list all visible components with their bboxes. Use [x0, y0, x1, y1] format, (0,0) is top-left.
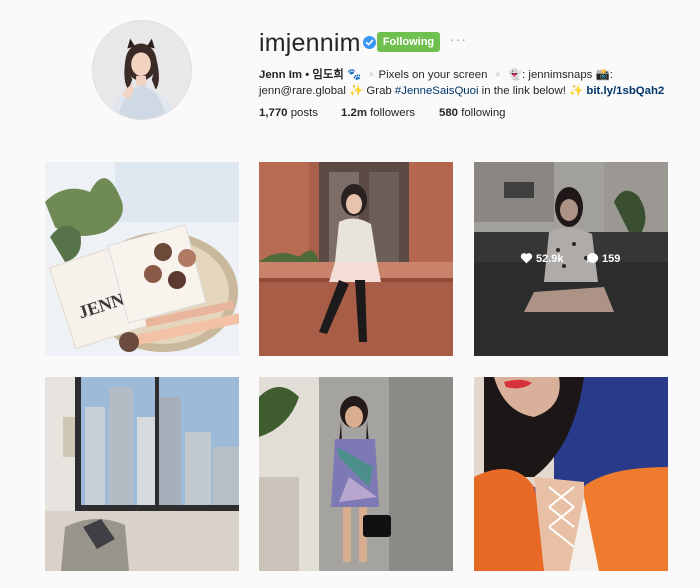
- profile-bio: Jenn Im • 임도희 🐾 ▫️Pixels on your screen …: [259, 67, 689, 99]
- post-tile[interactable]: [45, 377, 239, 571]
- followers-label: followers: [370, 107, 416, 119]
- post-tile[interactable]: JENN: [45, 162, 239, 356]
- following-count: 580: [439, 107, 459, 119]
- profile-username: imjennim: [259, 29, 361, 57]
- bio-hashtag[interactable]: #JenneSaisQuoi: [395, 85, 479, 97]
- bio-line2-start: jenn@rare.global ✨ Grab: [259, 85, 395, 97]
- followers-stat[interactable]: 1.2m followers: [341, 107, 415, 119]
- post-tile[interactable]: [259, 162, 453, 356]
- post-4-city-window-image: [45, 377, 239, 571]
- posts-stat: 1,770 posts: [259, 107, 318, 119]
- following-stat[interactable]: 580 following: [439, 107, 506, 119]
- comment-bubble-icon: [587, 253, 599, 264]
- avatar-photo: [93, 21, 191, 119]
- more-options-icon[interactable]: ···: [450, 32, 472, 50]
- profile-avatar[interactable]: [92, 20, 192, 120]
- bio-line2-mid: in the link below! ✨: [478, 85, 587, 97]
- post-5-braids-outfit-image: [259, 377, 453, 571]
- post-hover-overlay: 52.9k 159: [474, 162, 668, 356]
- bio-line1: 🐾 ▫️Pixels on your screen ▫️ 👻: jennimsn…: [343, 69, 613, 81]
- post-tile[interactable]: [259, 377, 453, 571]
- following-button[interactable]: Following: [377, 32, 440, 52]
- verified-badge-icon: [363, 36, 376, 49]
- post-6-orange-jacket-image: [474, 377, 668, 571]
- bio-link[interactable]: bit.ly/1sbQah2: [586, 85, 664, 97]
- post-1-colourpop-palette-image: JENN: [45, 162, 239, 356]
- posts-label: posts: [290, 107, 318, 119]
- likes-count: 52.9k: [536, 253, 564, 265]
- following-label: following: [461, 107, 506, 119]
- posts-count: 1,770: [259, 107, 288, 119]
- post-2-sitting-on-ledge-image: [259, 162, 453, 356]
- heart-icon: [520, 253, 533, 264]
- post-tile[interactable]: 52.9k 159: [474, 162, 668, 356]
- likes-stat: 52.9k: [520, 252, 564, 265]
- comments-stat: 159: [586, 252, 620, 265]
- comments-count: 159: [602, 253, 621, 265]
- followers-count: 1.2m: [341, 107, 367, 119]
- profile-full-name: Jenn Im • 임도희: [259, 69, 344, 81]
- post-tile[interactable]: [474, 377, 668, 571]
